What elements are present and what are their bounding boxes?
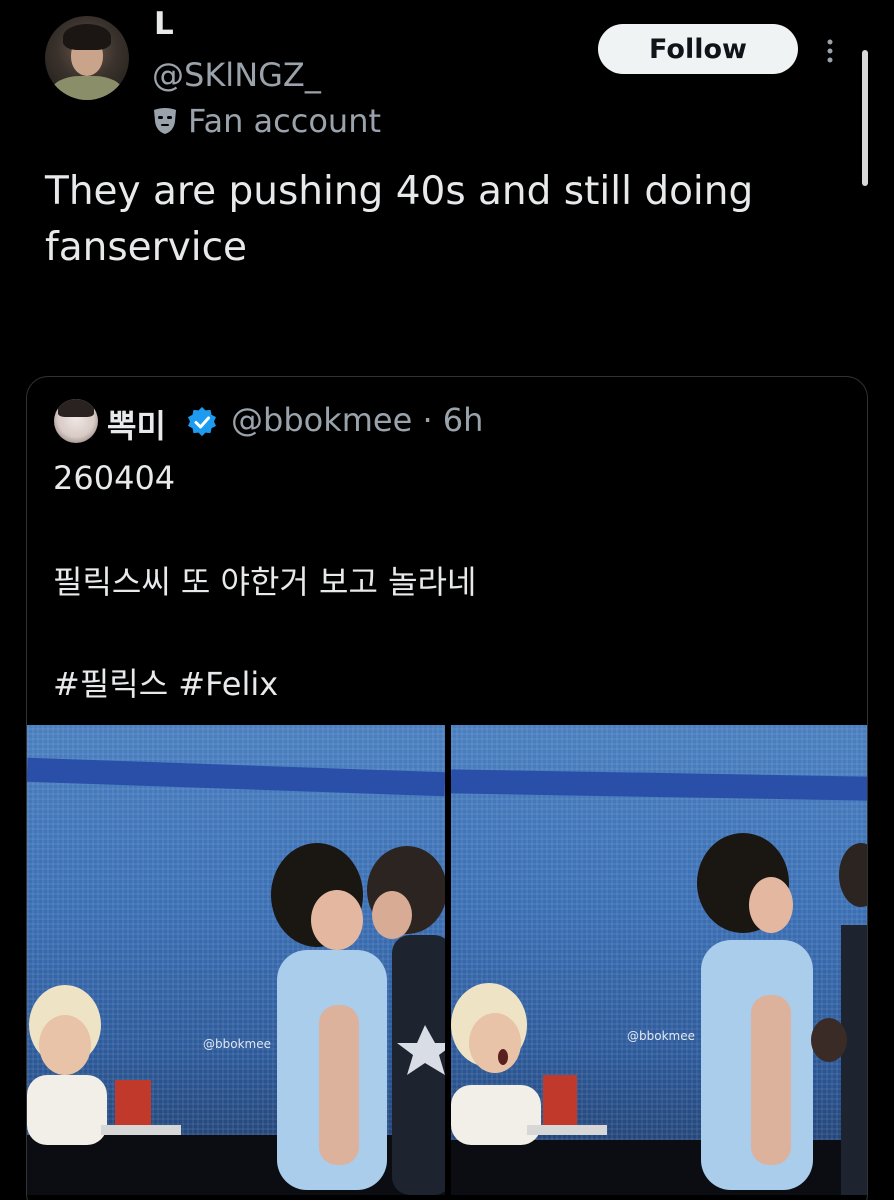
tweet-text: They are pushing 40s and still doing fan… (45, 169, 754, 270)
avatar-shirt (51, 76, 123, 100)
author-avatar[interactable] (45, 16, 129, 100)
quoted-author-name[interactable]: 뽁미 (107, 401, 166, 447)
photo-right-figures (451, 833, 867, 1195)
quoted-photo-left[interactable]: @bbokmee (27, 725, 445, 1195)
avatar-hair (63, 24, 111, 50)
quoted-tweet-card[interactable]: 뽁미 @bbokmee · 6h 260404 필릭스씨 또 야한거 보고 놀라… (26, 376, 868, 1200)
author-display-name[interactable]: L (154, 6, 174, 42)
photo-watermark: @bbokmee (203, 1037, 271, 1051)
quoted-handle-time[interactable]: @bbokmee · 6h (231, 401, 483, 439)
photo-watermark-right: @bbokmee (627, 1029, 695, 1043)
quoted-author-avatar[interactable] (54, 399, 98, 443)
quoted-body-text: 필릭스씨 또 야한거 보고 놀라네 (53, 563, 477, 601)
theater-mask-icon (154, 108, 176, 134)
account-label-row: Fan account (152, 102, 381, 140)
quoted-hashtags[interactable]: #필릭스 #Felix (53, 659, 278, 705)
quoted-photo-right[interactable]: @bbokmee (451, 725, 867, 1195)
follow-button[interactable]: Follow (598, 24, 798, 74)
quoted-date-text: 260404 (53, 459, 176, 497)
photo-left-figures (27, 843, 445, 1195)
verified-badge-icon (188, 407, 216, 437)
scrollbar-thumb[interactable] (862, 50, 868, 186)
author-handle[interactable]: @SKlNGZ_ (152, 56, 321, 94)
quoted-avatar-hair (58, 399, 94, 417)
account-label: Fan account (188, 102, 382, 140)
more-vertical-icon[interactable] (820, 36, 840, 66)
